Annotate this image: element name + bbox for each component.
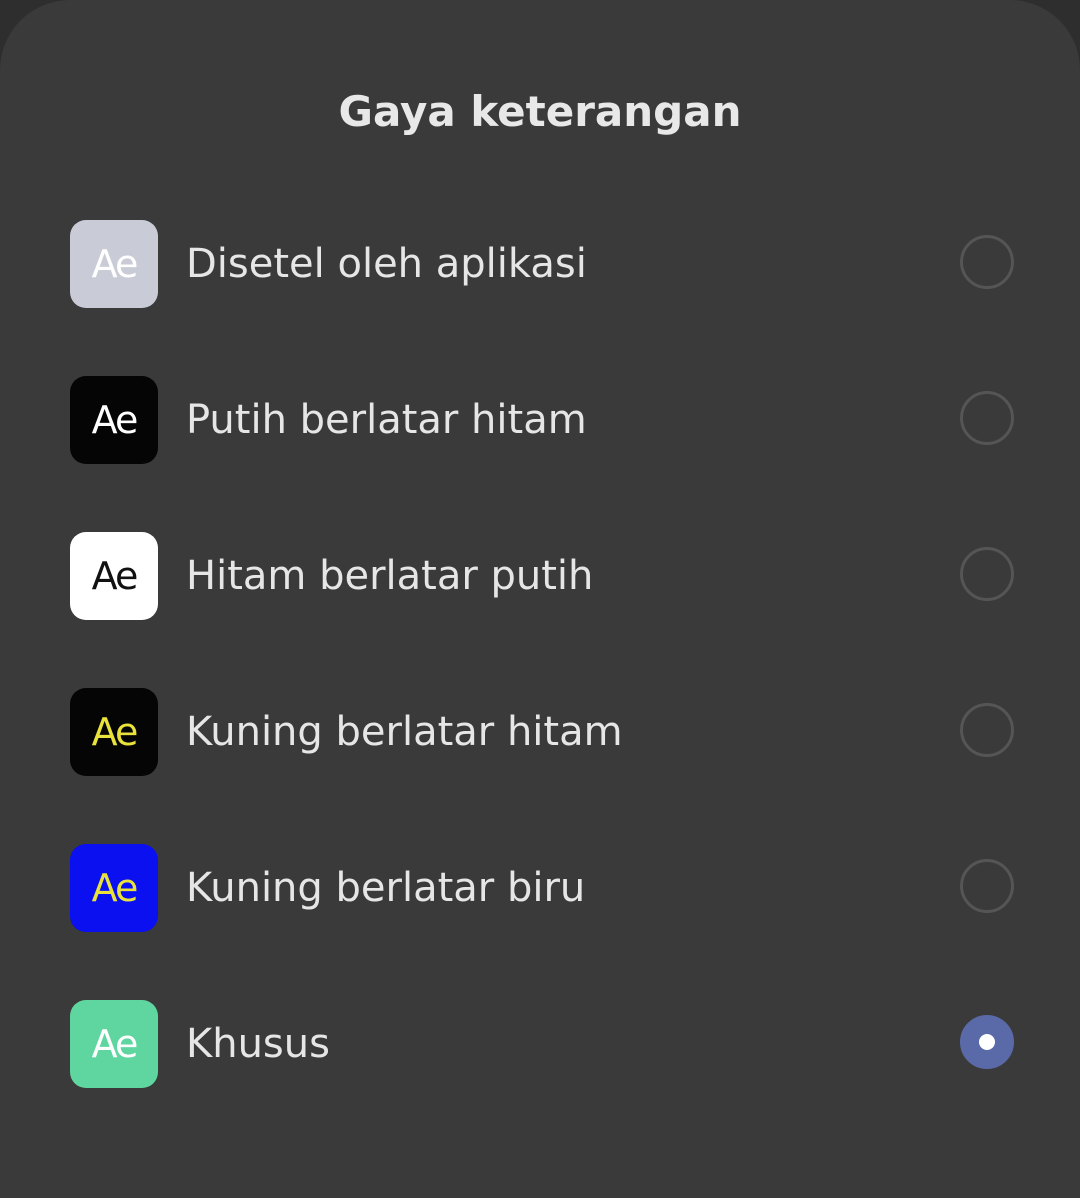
caption-preview-text: Ae (91, 554, 139, 598)
option-yellow-on-blue[interactable]: Ae Kuning berlatar biru (0, 810, 1080, 966)
option-label: Disetel oleh aplikasi (186, 241, 587, 287)
caption-preview-text: Ae (91, 866, 139, 910)
option-black-on-white[interactable]: Ae Hitam berlatar putih (0, 498, 1080, 654)
dialog-title: Gaya keterangan (338, 87, 742, 136)
caption-preview-text: Ae (91, 1022, 139, 1066)
option-set-by-app[interactable]: Ae Disetel oleh aplikasi (0, 186, 1080, 342)
option-yellow-on-black[interactable]: Ae Kuning berlatar hitam (0, 654, 1080, 810)
radio-button[interactable] (960, 859, 1014, 913)
caption-preview-swatch: Ae (70, 688, 158, 776)
caption-preview-swatch: Ae (70, 532, 158, 620)
radio-button[interactable] (960, 235, 1014, 289)
option-label: Khusus (186, 1021, 330, 1067)
radio-button[interactable] (960, 1015, 1014, 1069)
option-label: Kuning berlatar hitam (186, 709, 623, 755)
caption-preview-swatch: Ae (70, 220, 158, 308)
radio-button[interactable] (960, 391, 1014, 445)
option-custom[interactable]: Ae Khusus (0, 966, 1080, 1122)
option-white-on-black[interactable]: Ae Putih berlatar hitam (0, 342, 1080, 498)
radio-button[interactable] (960, 703, 1014, 757)
caption-style-dialog: Gaya keterangan Ae Disetel oleh aplikasi… (0, 0, 1080, 1198)
caption-preview-text: Ae (91, 710, 139, 754)
caption-preview-swatch: Ae (70, 1000, 158, 1088)
option-label: Putih berlatar hitam (186, 397, 587, 443)
caption-style-list: Ae Disetel oleh aplikasi Ae Putih berlat… (0, 186, 1080, 1122)
option-label: Kuning berlatar biru (186, 865, 586, 911)
caption-preview-swatch: Ae (70, 376, 158, 464)
radio-dot-icon (979, 1034, 995, 1050)
option-label: Hitam berlatar putih (186, 553, 594, 599)
radio-button[interactable] (960, 547, 1014, 601)
caption-preview-text: Ae (91, 242, 139, 286)
caption-preview-text: Ae (91, 398, 139, 442)
caption-preview-swatch: Ae (70, 844, 158, 932)
